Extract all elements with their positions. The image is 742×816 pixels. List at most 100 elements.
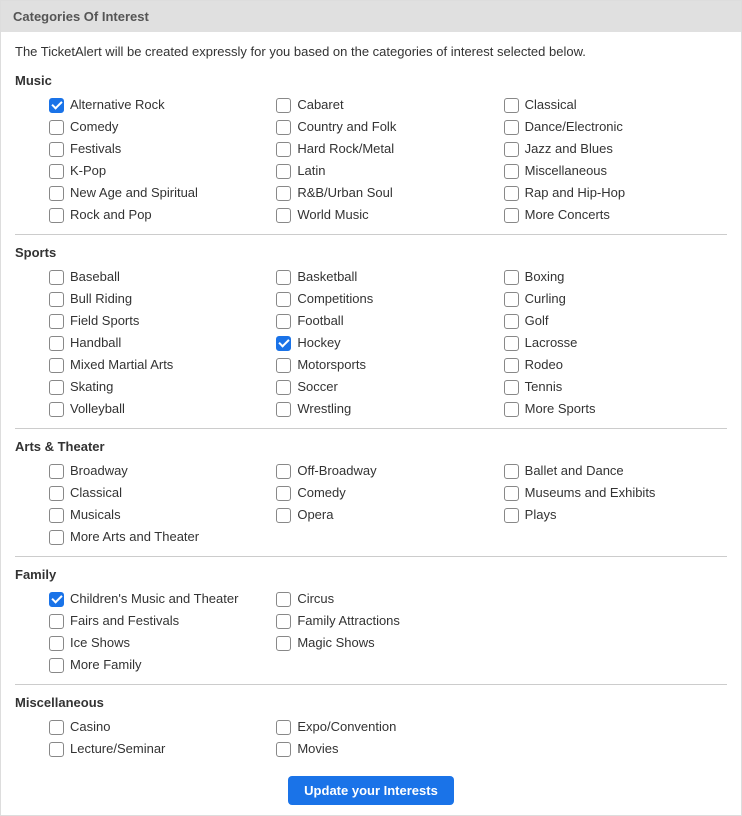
checkbox[interactable] (49, 508, 64, 523)
checkbox[interactable] (276, 486, 291, 501)
checkbox[interactable] (49, 742, 64, 757)
checkbox[interactable] (49, 98, 64, 113)
checkbox-item[interactable]: Lecture/Seminar (49, 740, 272, 758)
checkbox-item[interactable]: Broadway (49, 462, 272, 480)
checkbox-item[interactable]: Boxing (504, 268, 727, 286)
checkbox[interactable] (276, 380, 291, 395)
checkbox[interactable] (276, 292, 291, 307)
checkbox-item[interactable]: Museums and Exhibits (504, 484, 727, 502)
checkbox-item[interactable]: More Sports (504, 400, 727, 418)
checkbox-item[interactable]: Children's Music and Theater (49, 590, 272, 608)
checkbox[interactable] (276, 742, 291, 757)
checkbox-item[interactable]: Handball (49, 334, 272, 352)
checkbox-item[interactable]: Latin (276, 162, 499, 180)
checkbox[interactable] (504, 142, 519, 157)
checkbox-item[interactable]: Wrestling (276, 400, 499, 418)
checkbox[interactable] (276, 614, 291, 629)
checkbox[interactable] (504, 98, 519, 113)
checkbox-item[interactable]: Hockey (276, 334, 499, 352)
checkbox-item[interactable]: Family Attractions (276, 612, 499, 630)
checkbox[interactable] (276, 186, 291, 201)
checkbox-item[interactable]: Miscellaneous (504, 162, 727, 180)
checkbox[interactable] (49, 358, 64, 373)
checkbox-item[interactable]: Circus (276, 590, 499, 608)
checkbox[interactable] (276, 508, 291, 523)
checkbox[interactable] (49, 636, 64, 651)
checkbox[interactable] (49, 142, 64, 157)
checkbox[interactable] (276, 120, 291, 135)
checkbox[interactable] (49, 186, 64, 201)
checkbox[interactable] (276, 336, 291, 351)
checkbox[interactable] (276, 270, 291, 285)
checkbox[interactable] (504, 270, 519, 285)
checkbox[interactable] (49, 464, 64, 479)
checkbox[interactable] (504, 336, 519, 351)
checkbox[interactable] (276, 142, 291, 157)
checkbox-item[interactable]: Motorsports (276, 356, 499, 374)
checkbox[interactable] (504, 486, 519, 501)
checkbox-item[interactable]: Volleyball (49, 400, 272, 418)
checkbox-item[interactable]: New Age and Spiritual (49, 184, 272, 202)
checkbox-item[interactable]: More Concerts (504, 206, 727, 224)
checkbox[interactable] (49, 614, 64, 629)
checkbox-item[interactable]: Expo/Convention (276, 718, 499, 736)
checkbox-item[interactable]: Football (276, 312, 499, 330)
checkbox-item[interactable]: Rodeo (504, 356, 727, 374)
checkbox-item[interactable]: More Family (49, 656, 272, 674)
checkbox-item[interactable]: Festivals (49, 140, 272, 158)
checkbox-item[interactable]: Casino (49, 718, 272, 736)
checkbox-item[interactable]: Cabaret (276, 96, 499, 114)
checkbox[interactable] (504, 508, 519, 523)
checkbox-item[interactable]: Rock and Pop (49, 206, 272, 224)
checkbox[interactable] (49, 336, 64, 351)
checkbox-item[interactable]: K-Pop (49, 162, 272, 180)
checkbox-item[interactable]: Comedy (276, 484, 499, 502)
checkbox-item[interactable]: Mixed Martial Arts (49, 356, 272, 374)
checkbox[interactable] (276, 592, 291, 607)
checkbox[interactable] (49, 292, 64, 307)
checkbox[interactable] (49, 658, 64, 673)
checkbox-item[interactable]: Dance/Electronic (504, 118, 727, 136)
update-interests-button[interactable]: Update your Interests (288, 776, 454, 805)
checkbox[interactable] (504, 464, 519, 479)
checkbox[interactable] (276, 358, 291, 373)
checkbox[interactable] (276, 314, 291, 329)
checkbox-item[interactable]: Basketball (276, 268, 499, 286)
checkbox[interactable] (504, 120, 519, 135)
checkbox[interactable] (504, 380, 519, 395)
checkbox-item[interactable]: R&B/Urban Soul (276, 184, 499, 202)
checkbox[interactable] (276, 464, 291, 479)
checkbox-item[interactable]: Fairs and Festivals (49, 612, 272, 630)
checkbox-item[interactable]: Movies (276, 740, 499, 758)
checkbox-item[interactable]: Rap and Hip-Hop (504, 184, 727, 202)
checkbox[interactable] (504, 402, 519, 417)
checkbox-item[interactable]: Magic Shows (276, 634, 499, 652)
checkbox-item[interactable]: Bull Riding (49, 290, 272, 308)
checkbox[interactable] (504, 186, 519, 201)
checkbox[interactable] (49, 164, 64, 179)
checkbox[interactable] (276, 720, 291, 735)
checkbox[interactable] (49, 380, 64, 395)
checkbox[interactable] (49, 720, 64, 735)
checkbox-item[interactable]: Baseball (49, 268, 272, 286)
checkbox[interactable] (276, 636, 291, 651)
checkbox-item[interactable]: Hard Rock/Metal (276, 140, 499, 158)
checkbox-item[interactable]: Lacrosse (504, 334, 727, 352)
checkbox-item[interactable]: Skating (49, 378, 272, 396)
checkbox-item[interactable]: More Arts and Theater (49, 528, 272, 546)
checkbox-item[interactable]: Curling (504, 290, 727, 308)
checkbox-item[interactable]: Musicals (49, 506, 272, 524)
checkbox[interactable] (49, 592, 64, 607)
checkbox-item[interactable]: Field Sports (49, 312, 272, 330)
checkbox-item[interactable]: Country and Folk (276, 118, 499, 136)
checkbox[interactable] (49, 270, 64, 285)
checkbox-item[interactable]: Competitions (276, 290, 499, 308)
checkbox-item[interactable]: Classical (504, 96, 727, 114)
checkbox[interactable] (504, 314, 519, 329)
checkbox-item[interactable]: Jazz and Blues (504, 140, 727, 158)
checkbox[interactable] (276, 402, 291, 417)
checkbox[interactable] (49, 120, 64, 135)
checkbox[interactable] (276, 164, 291, 179)
checkbox[interactable] (49, 314, 64, 329)
checkbox-item[interactable]: World Music (276, 206, 499, 224)
